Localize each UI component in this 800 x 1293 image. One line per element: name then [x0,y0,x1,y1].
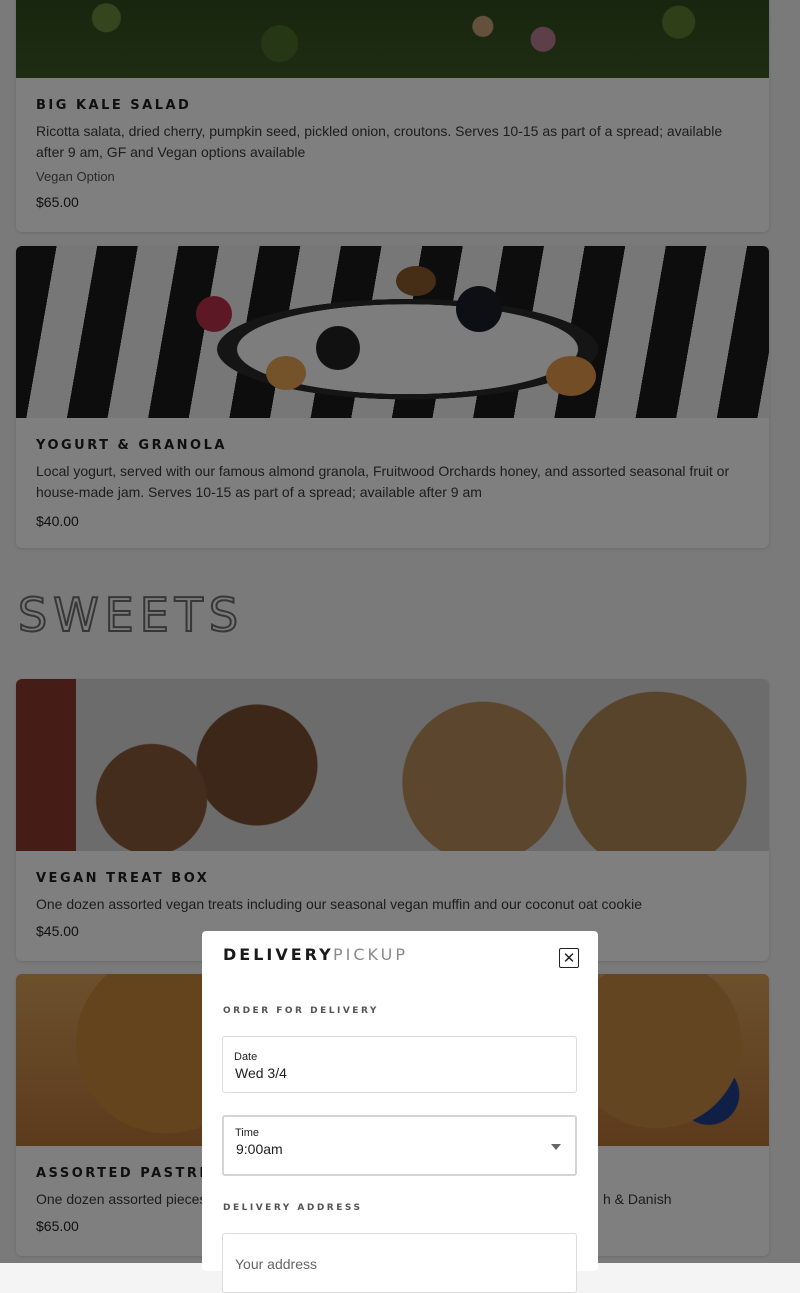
order-heading: ORDER FOR DELIVERY [223,1006,379,1016]
date-field[interactable]: Date Wed 3/4 [222,1036,577,1093]
address-input[interactable]: Your address [222,1233,577,1293]
tab-delivery[interactable]: DELIVERY [223,945,334,964]
time-select[interactable]: Time 9:00am [222,1115,577,1176]
order-modal: DELIVERY PICKUP ✕ ORDER FOR DELIVERY Dat… [202,931,598,1293]
time-value: 9:00am [236,1141,283,1157]
tab-pickup[interactable]: PICKUP [333,945,408,964]
address-placeholder: Your address [235,1256,317,1272]
time-label: Time [235,1127,260,1139]
close-icon[interactable]: ✕ [559,948,579,968]
date-value: Wed 3/4 [235,1065,287,1081]
date-label: Date [234,1051,258,1063]
chevron-down-icon [551,1144,561,1150]
address-heading: DELIVERY ADDRESS [223,1203,363,1213]
